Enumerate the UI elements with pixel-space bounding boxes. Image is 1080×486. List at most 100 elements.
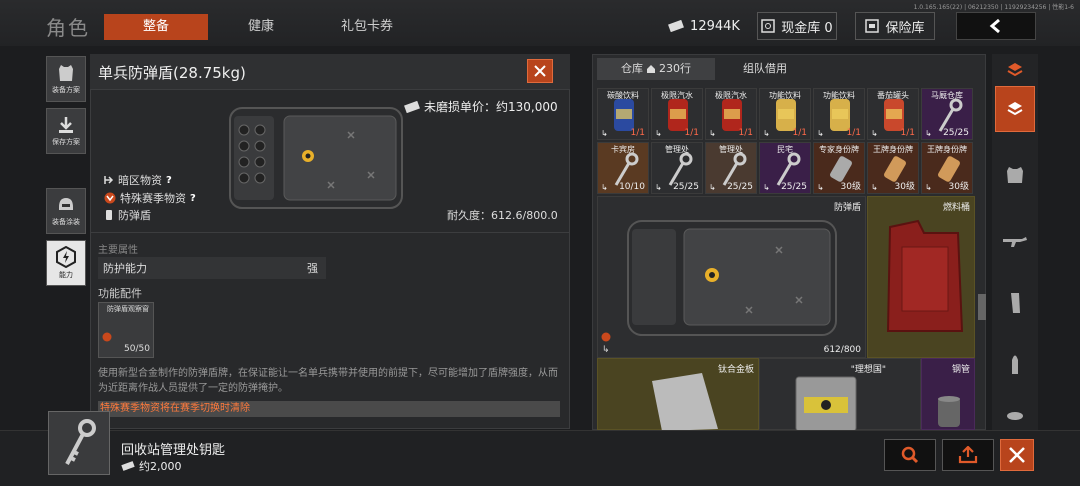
bullet-icon: [1012, 355, 1018, 374]
share-button[interactable]: [942, 439, 994, 471]
exit-arrow-icon: ↳: [817, 129, 824, 138]
vest-icon: [1007, 167, 1023, 183]
slot-name: 王牌身份牌: [927, 145, 967, 154]
sidebar-ability[interactable]: 能力: [46, 240, 86, 286]
season-warning: 特殊赛季物资将在赛季切换时清除: [98, 401, 560, 417]
storage-slot[interactable]: 管理处 ↳ 25/25: [651, 142, 703, 194]
slot-count: 1/1: [684, 128, 699, 138]
slot-name: 碳酸饮料: [607, 91, 639, 100]
close-icon: [1009, 447, 1025, 463]
storage-scrollbar[interactable]: [978, 294, 986, 320]
help-icon[interactable]: ?: [190, 193, 196, 204]
sidebar-save-plan[interactable]: 保存方案: [46, 108, 86, 154]
pipe-image: [938, 396, 960, 427]
storage-item-ideal[interactable]: "理想国": [759, 358, 921, 431]
sidebar-loadout-plan[interactable]: 装备方案: [46, 56, 86, 102]
slot-name: 钢管: [951, 365, 970, 375]
biohazard-case-image: [795, 376, 857, 431]
exit-arrow-icon: ↳: [709, 183, 716, 192]
category-weapons[interactable]: [995, 218, 1035, 264]
storage-slot[interactable]: 番茄罐头 ↳ 1/1: [867, 88, 919, 140]
exit-arrow-icon: ↳: [925, 129, 932, 138]
inspect-button[interactable]: [884, 439, 936, 471]
category-ammo[interactable]: [995, 340, 1035, 386]
currency-value: 12944K: [690, 18, 740, 34]
slot-count: 30级: [840, 182, 861, 192]
cash-vault-label: 现金库 0: [781, 20, 833, 36]
parts-label: 功能配件: [98, 287, 142, 300]
slot-name: 功能饮料: [769, 91, 801, 100]
ability-icon: [56, 246, 76, 268]
tag-dark-zone[interactable]: 暗区物资 ?: [104, 172, 172, 188]
storage-slot[interactable]: 王牌身份牌 ↳ 30级: [867, 142, 919, 194]
part-name: 防弹盾观察窗: [107, 305, 149, 313]
category-misc[interactable]: [995, 398, 1035, 428]
storage-slot[interactable]: 王牌身份牌 ↳ 30级: [921, 142, 973, 194]
category-magazines[interactable]: [995, 280, 1035, 326]
slot-name: 王牌身份牌: [873, 145, 913, 154]
part-count: 50/50: [124, 344, 150, 354]
selected-item-name: 回收站管理处钥匙: [121, 443, 226, 458]
storage-item-pipe[interactable]: 钢管: [921, 358, 975, 430]
selected-item-thumb[interactable]: [48, 411, 110, 475]
storage-slot[interactable]: 马厩仓库 ↳ 25/25: [921, 88, 973, 140]
exit-arrow-icon: ↳: [655, 183, 662, 192]
vest-icon: [59, 65, 73, 81]
divider: [90, 232, 570, 233]
storage-slot[interactable]: 专家身份牌 ↳ 30级: [813, 142, 865, 194]
tab-health[interactable]: 健康: [222, 14, 300, 40]
main-attr-label: 主要属性: [98, 245, 138, 256]
storage-slot[interactable]: 极限汽水 ↳ 1/1: [705, 88, 757, 140]
tab-warehouse[interactable]: 仓库 230行: [597, 58, 715, 80]
detail-close-button[interactable]: [527, 59, 553, 83]
tab-gift-cards[interactable]: 礼包卡券: [322, 14, 412, 40]
storage-slot[interactable]: 卡宾房 ↳ 10/10: [597, 142, 649, 194]
exit-arrow-icon: [104, 176, 114, 184]
exit-arrow-icon: ↳: [763, 183, 770, 192]
slot-name: 极限汽水: [715, 91, 747, 100]
exit-arrow-icon: ↳: [871, 129, 878, 138]
slot-name: 专家身份牌: [819, 145, 859, 154]
storage-slot[interactable]: 碳酸饮料 ↳ 1/1: [597, 88, 649, 140]
currency-display: 12944K: [660, 12, 748, 40]
shield-image: [627, 220, 837, 336]
storage-slot[interactable]: 功能饮料 ↳ 1/1: [759, 88, 811, 140]
sort-button[interactable]: [995, 56, 1035, 84]
slot-name: 功能饮料: [823, 91, 855, 100]
category-all[interactable]: [995, 86, 1035, 132]
cash-vault-button[interactable]: 现金库 0: [757, 12, 837, 40]
storage-item-titanium[interactable]: 钛合金板: [597, 358, 759, 431]
safe-button[interactable]: 保险库: [855, 12, 935, 40]
shield-small-icon: [106, 210, 112, 220]
slot-count: 10/10: [619, 182, 645, 192]
storage-slot[interactable]: 民宅 ↳ 25/25: [759, 142, 811, 194]
slot-name: 番茄罐头: [877, 91, 909, 100]
slot-name: 马厩仓库: [931, 91, 963, 100]
home-icon: [647, 65, 655, 73]
vault-icon: [761, 19, 776, 33]
help-icon[interactable]: ?: [166, 175, 172, 186]
banknote-icon: [121, 461, 135, 471]
sidebar-skin[interactable]: 装备涂装: [46, 188, 86, 234]
tab-team-borrow[interactable]: 组队借用: [718, 58, 812, 80]
page-title: 角色: [46, 16, 90, 40]
slot-name: 极限汽水: [661, 91, 693, 100]
close-button[interactable]: [1000, 439, 1034, 471]
storage-slot[interactable]: 极限汽水 ↳ 1/1: [651, 88, 703, 140]
storage-item-shield[interactable]: 防弹盾 ↳ 612/800: [597, 196, 866, 358]
tab-loadout[interactable]: 整备: [104, 14, 208, 40]
slot-name: 钛合金板: [717, 365, 754, 375]
tag-season[interactable]: 特殊赛季物资 ?: [104, 190, 196, 206]
rifle-icon: [1003, 237, 1027, 247]
back-button[interactable]: [956, 12, 1036, 40]
season-badge-icon: [601, 332, 611, 342]
category-armor[interactable]: [995, 152, 1035, 198]
storage-slot[interactable]: 功能饮料 ↳ 1/1: [813, 88, 865, 140]
exit-arrow-icon: ↳: [602, 345, 610, 355]
storage-slot[interactable]: 管理处 ↳ 25/25: [705, 142, 757, 194]
slot-count: 1/1: [846, 128, 861, 138]
storage-item-fuel[interactable]: 燃料桶: [867, 196, 975, 358]
slot-name: 燃料桶: [942, 203, 970, 213]
slot-name: 防弹盾: [833, 203, 861, 213]
search-icon: [901, 446, 919, 464]
